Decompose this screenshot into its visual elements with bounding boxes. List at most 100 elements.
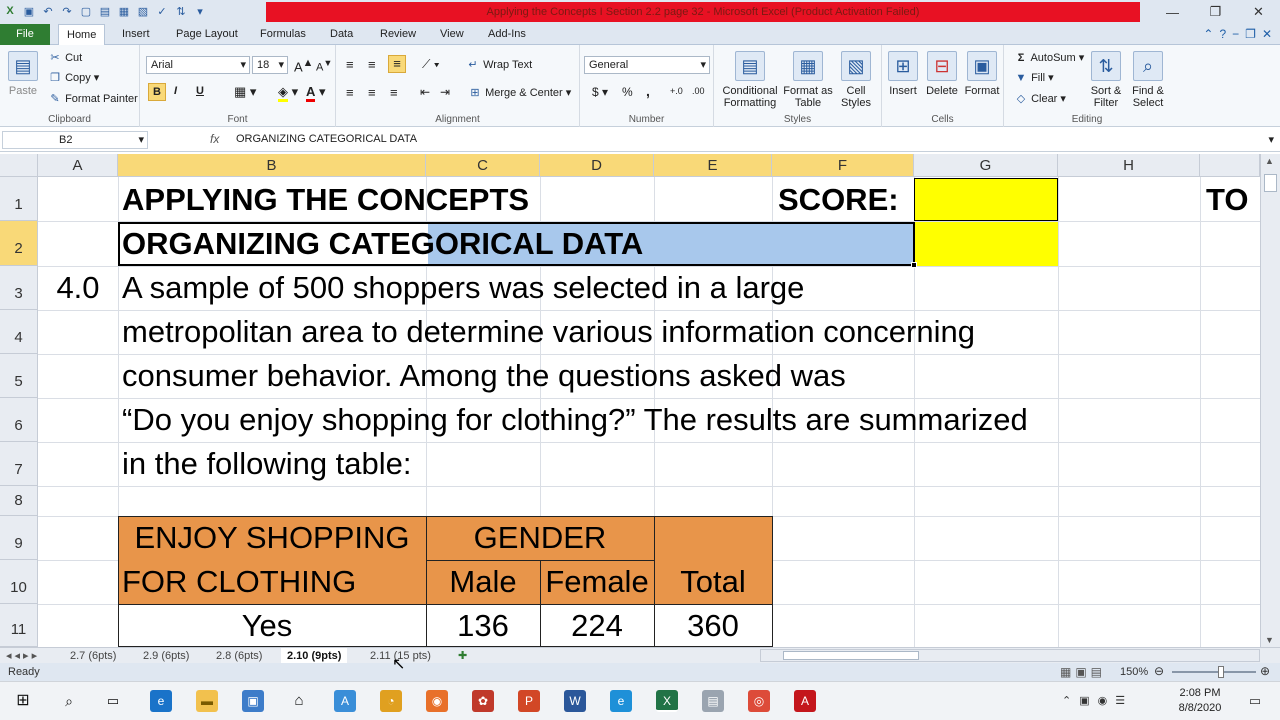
zoom-in-icon[interactable]: ⊕ bbox=[1260, 664, 1270, 678]
tab-file[interactable]: File bbox=[0, 24, 50, 45]
bold-button[interactable]: B bbox=[148, 83, 166, 101]
currency-button[interactable]: $ ▾ bbox=[592, 85, 608, 99]
align-left-button[interactable]: ≡ bbox=[346, 85, 354, 100]
workbook-minimize-icon[interactable]: − bbox=[1232, 27, 1239, 41]
font-name-select[interactable]: Arial ▾ bbox=[146, 56, 250, 74]
open-folder-icon[interactable]: ▤ bbox=[97, 3, 113, 19]
insert-function-button[interactable]: fx bbox=[210, 132, 219, 146]
app-icon[interactable]: ◔ bbox=[380, 690, 402, 712]
fill-color-button[interactable]: ◈ ▾ bbox=[278, 84, 298, 102]
insert-cells-button[interactable]: ⊞ Insert bbox=[884, 51, 922, 97]
row-header-3[interactable]: 3 bbox=[0, 266, 38, 310]
copy-button[interactable]: ❐ Copy ▾ bbox=[48, 71, 99, 84]
store-icon[interactable]: ▣ bbox=[242, 690, 264, 712]
workbook-close-icon[interactable]: ✕ bbox=[1262, 27, 1272, 41]
print-icon[interactable]: ▧ bbox=[135, 3, 151, 19]
home-icon[interactable]: ⌂ bbox=[288, 690, 310, 712]
clear-button[interactable]: ◇ Clear ▾ bbox=[1014, 92, 1066, 105]
internet-explorer-icon[interactable]: e bbox=[610, 690, 632, 712]
scroll-down-icon[interactable]: ▼ bbox=[1265, 635, 1274, 645]
increase-decimal-button[interactable]: +.0 bbox=[670, 86, 683, 96]
select-all-corner[interactable] bbox=[0, 154, 38, 177]
close-icon[interactable]: ✕ bbox=[1237, 0, 1280, 24]
tab-home[interactable]: Home bbox=[58, 24, 106, 46]
comma-button[interactable]: , bbox=[646, 83, 650, 99]
tab-insert[interactable]: Insert bbox=[114, 24, 158, 45]
column-header-b[interactable]: B bbox=[118, 154, 426, 177]
new-file-icon[interactable]: ▢ bbox=[78, 3, 94, 19]
format-as-table-button[interactable]: ▦ Format as Table bbox=[782, 51, 834, 109]
cell-styles-button[interactable]: ▧ Cell Styles bbox=[834, 51, 878, 109]
orientation-button[interactable]: ⟋ ▾ bbox=[422, 57, 440, 72]
column-header-e[interactable]: E bbox=[654, 154, 772, 177]
cell-b10[interactable]: FOR CLOTHING bbox=[122, 560, 356, 604]
cell-b4[interactable]: metropolitan area to determine various i… bbox=[122, 310, 975, 354]
powerpoint-icon[interactable]: P bbox=[518, 690, 540, 712]
print-preview-icon[interactable]: ▦ bbox=[116, 3, 132, 19]
italic-button[interactable]: I bbox=[174, 85, 177, 97]
notification-icon[interactable]: ▭ bbox=[1244, 690, 1266, 712]
help-icon[interactable]: ? bbox=[1219, 27, 1226, 41]
insert-sheet-icon[interactable]: ✚ bbox=[452, 648, 473, 664]
app-icon[interactable]: ✿ bbox=[472, 690, 494, 712]
row-header-8[interactable]: 8 bbox=[0, 486, 38, 516]
formula-input[interactable]: ORGANIZING CATEGORICAL DATA bbox=[236, 133, 417, 145]
selection-fill-handle[interactable] bbox=[911, 262, 917, 268]
column-header-next[interactable] bbox=[1200, 154, 1260, 177]
merge-center-button[interactable]: ⊞ Merge & Center ▾ bbox=[468, 86, 571, 99]
tab-formulas[interactable]: Formulas bbox=[252, 24, 314, 45]
fill-button[interactable]: ▼ Fill ▾ bbox=[1014, 71, 1054, 84]
tab-page-layout[interactable]: Page Layout bbox=[168, 24, 246, 45]
zoom-slider[interactable] bbox=[1172, 666, 1256, 678]
cell-b11[interactable]: Yes bbox=[118, 604, 416, 648]
acrobat-icon[interactable]: A bbox=[794, 690, 816, 712]
conditional-formatting-button[interactable]: ▤ Conditional Formatting bbox=[718, 51, 782, 109]
cell-e10[interactable]: Total bbox=[654, 560, 772, 604]
tab-review[interactable]: Review bbox=[372, 24, 424, 45]
autosum-button[interactable]: Σ AutoSum ▾ bbox=[1014, 51, 1085, 64]
column-header-c[interactable]: C bbox=[426, 154, 540, 177]
task-view-icon[interactable]: ▭ bbox=[102, 690, 124, 712]
decrease-indent-button[interactable]: ⇤ bbox=[420, 85, 430, 99]
cell-e11[interactable]: 360 bbox=[654, 604, 772, 648]
row-header-10[interactable]: 10 bbox=[0, 560, 38, 604]
sheet-nav-arrows[interactable]: ◂◂▸▸ bbox=[0, 648, 62, 664]
restore-icon[interactable]: ❐ bbox=[1194, 0, 1237, 24]
cell-b2[interactable]: ORGANIZING CATEGORICAL DATA bbox=[122, 222, 643, 266]
chrome-icon[interactable]: ◎ bbox=[748, 690, 770, 712]
row-header-4[interactable]: 4 bbox=[0, 310, 38, 354]
format-cells-button[interactable]: ▣ Format bbox=[962, 51, 1002, 97]
horizontal-scroll-thumb[interactable] bbox=[783, 651, 919, 660]
file-explorer-icon[interactable]: ▬ bbox=[196, 690, 218, 712]
cell-b3[interactable]: A sample of 500 shoppers was selected in… bbox=[122, 266, 804, 310]
align-bottom-button[interactable]: ≡ bbox=[388, 55, 406, 73]
expand-formula-bar-icon[interactable]: ▾ bbox=[1268, 133, 1274, 146]
redo-icon[interactable]: ↷ bbox=[59, 3, 75, 19]
grow-font-button[interactable]: A▲ bbox=[294, 57, 313, 74]
row-header-7[interactable]: 7 bbox=[0, 442, 38, 486]
tab-data[interactable]: Data bbox=[322, 24, 361, 45]
format-painter-button[interactable]: ✎ Format Painter bbox=[48, 92, 137, 105]
excel-taskbar-icon[interactable]: X bbox=[656, 690, 678, 712]
system-tray-icons[interactable]: ⌃▣◉☰ bbox=[1062, 694, 1133, 707]
number-format-select[interactable]: General ▾ bbox=[584, 56, 710, 74]
wrap-text-button[interactable]: ↵ Wrap Text bbox=[466, 58, 532, 71]
font-color-button[interactable]: A ▾ bbox=[306, 84, 326, 102]
align-center-button[interactable]: ≡ bbox=[368, 85, 376, 100]
sheet-tab-2-10[interactable]: 2.10 (9pts) bbox=[281, 648, 348, 664]
search-icon[interactable]: ⌕ bbox=[58, 690, 80, 712]
vertical-scrollbar[interactable]: ▲ ▼ bbox=[1260, 154, 1280, 647]
sort-filter-button[interactable]: ⇅ Sort & Filter bbox=[1086, 51, 1126, 109]
increase-indent-button[interactable]: ⇥ bbox=[440, 85, 450, 99]
cell-d10[interactable]: Female bbox=[540, 560, 654, 604]
row-header-5[interactable]: 5 bbox=[0, 354, 38, 398]
scroll-up-icon[interactable]: ▲ bbox=[1265, 156, 1274, 166]
cell-b6[interactable]: “Do you enjoy shopping for clothing?” Th… bbox=[122, 398, 1028, 442]
row-header-6[interactable]: 6 bbox=[0, 398, 38, 442]
sheet-tab-2-9[interactable]: 2.9 (6pts) bbox=[137, 648, 195, 664]
column-header-h[interactable]: H bbox=[1058, 154, 1200, 177]
vertical-scroll-thumb[interactable] bbox=[1264, 174, 1277, 192]
decrease-decimal-button[interactable]: .00 bbox=[692, 86, 705, 96]
align-middle-button[interactable]: ≡ bbox=[368, 57, 376, 72]
workbook-restore-icon[interactable]: ❐ bbox=[1245, 27, 1256, 41]
